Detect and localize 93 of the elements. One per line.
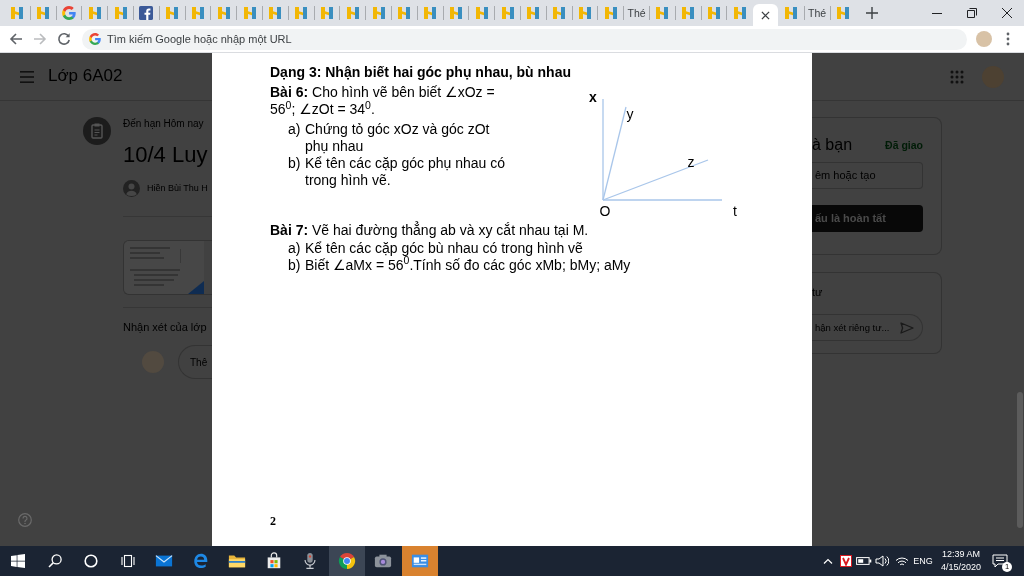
h-logo-icon: [447, 5, 464, 21]
h-logo-icon: [164, 5, 181, 21]
h-logo-icon: [396, 5, 413, 21]
point-label: y: [626, 106, 634, 122]
more-menu-icon[interactable]: [1006, 32, 1010, 46]
h-logo-icon: [473, 5, 490, 21]
exercise-text: Bài 6: Cho hình vẽ bên biết ∠xOz = 56$^{0}$; ∠zOt = 34$^{0}$.: [270, 84, 496, 118]
start-icon[interactable]: [11, 554, 26, 568]
item-label: b): [288, 155, 302, 173]
h-logo-icon: [783, 5, 800, 21]
h-logo-icon: [35, 5, 52, 21]
chevron-up-icon[interactable]: [823, 557, 833, 565]
section-heading: Dạng 3: Nhận biết hai góc phụ nhau, bù nhau: [270, 64, 572, 81]
menu-icon[interactable]: [20, 70, 34, 83]
item-text: Kể tên các cặp góc phụ nhau có trong hình vẽ.: [305, 155, 507, 189]
v-logo-icon[interactable]: [840, 555, 852, 567]
taskbar-app-button[interactable]: [328, 546, 365, 576]
comment-field[interactable]: Thê: [178, 345, 212, 379]
apps-grid-icon[interactable]: [950, 69, 964, 84]
h-logo-icon: [551, 5, 568, 21]
assignment-icon: [83, 117, 111, 145]
status-label: Đã giao: [885, 138, 923, 152]
h-logo-icon: [499, 5, 516, 21]
back-arrow-icon[interactable]: [9, 32, 23, 46]
h-logo-icon: [705, 5, 722, 21]
h-logo-icon: [680, 5, 697, 21]
reload-icon[interactable]: [57, 32, 71, 46]
exercise-text: Bài 7: Vẽ hai đường thẳng ab và xy cắt nhau tại M.: [270, 221, 590, 239]
your-work-title: à bạn: [812, 135, 853, 155]
point-label: x: [589, 89, 597, 105]
restore-icon[interactable]: [966, 8, 977, 18]
browser-tab[interactable]: Thé: [624, 0, 649, 26]
h-logo-icon: [267, 5, 284, 21]
item-text: Biết ∠aMx = 56$^{0}$.Tính số đo các góc xMb; bMy; aMy: [305, 256, 631, 274]
item-label: a): [288, 121, 302, 139]
ring-icon[interactable]: [84, 554, 99, 568]
h-logo-icon: [86, 5, 103, 21]
battery-icon[interactable]: [856, 556, 872, 566]
window-card-icon: [410, 552, 429, 570]
close-icon[interactable]: [761, 10, 770, 20]
class-comments-heading: Nhận xét của lớp: [123, 320, 208, 334]
h-logo-icon: [576, 5, 593, 21]
close-icon[interactable]: [1001, 8, 1012, 18]
h-logo-icon: [370, 5, 387, 21]
clock-time[interactable]: 12:39 AM: [941, 548, 980, 561]
send-icon[interactable]: [900, 321, 914, 334]
g-logo-icon: [62, 6, 76, 20]
h-logo-icon: [293, 5, 310, 21]
profile-avatar[interactable]: [976, 31, 992, 47]
clock-date[interactable]: 4/15/2020: [940, 561, 981, 574]
h-logo-icon: [241, 5, 258, 21]
h-logo-icon: [422, 5, 439, 21]
item-text: Kể tên các cặp góc bù nhau có trong hình vẽ: [305, 239, 583, 257]
camera-icon: [374, 552, 393, 570]
h-logo-icon: [318, 5, 335, 21]
item-label: b): [288, 256, 302, 274]
h-logo-icon: [602, 5, 619, 21]
h-logo-icon: [112, 5, 129, 21]
f-logo-icon: [139, 6, 154, 20]
search-icon[interactable]: [47, 554, 62, 568]
speaker-icon[interactable]: [875, 555, 889, 567]
chrome-icon: [337, 552, 356, 570]
scrollbar-thumb[interactable]: [1017, 392, 1023, 528]
g-logo-icon: [89, 33, 101, 45]
h-logo-icon: [189, 5, 206, 21]
h-logo-icon: [215, 5, 232, 21]
point-label: z: [687, 154, 695, 170]
edge-icon: [191, 552, 210, 570]
browser-tab[interactable]: Thé: [804, 0, 830, 26]
private-comments-heading: tư: [812, 285, 824, 299]
language-indicator[interactable]: ENG: [913, 554, 933, 568]
page-number: 2: [270, 514, 276, 528]
help-icon[interactable]: [18, 513, 32, 527]
h-logo-icon: [344, 5, 361, 21]
h-logo-icon: [731, 5, 748, 21]
plus-icon[interactable]: [866, 7, 879, 19]
h-logo-icon: [9, 5, 26, 21]
h-logo-icon: [654, 5, 671, 21]
person-avatar-icon: [123, 180, 140, 197]
item-label: a): [288, 239, 302, 257]
h-logo-icon: [834, 5, 851, 21]
point-label: t: [733, 203, 737, 218]
assignment-title: 10/4 Luy: [123, 141, 209, 169]
notification-icon[interactable]: [992, 553, 1008, 569]
vertex-label: O: [599, 203, 611, 218]
address-field[interactable]: Tìm kiếm Google hoặc nhập một URL: [82, 28, 967, 50]
taskbar-app-button[interactable]: [401, 546, 438, 576]
browser-tab[interactable]: [753, 4, 778, 26]
item-text: Chứng tỏ góc xOz và góc zOt phụ nhau: [305, 121, 491, 155]
wifi-icon[interactable]: [895, 555, 909, 567]
task-view-icon[interactable]: [120, 554, 135, 568]
h-logo-icon: [525, 5, 542, 21]
class-title: Lớp 6A02: [48, 66, 123, 87]
